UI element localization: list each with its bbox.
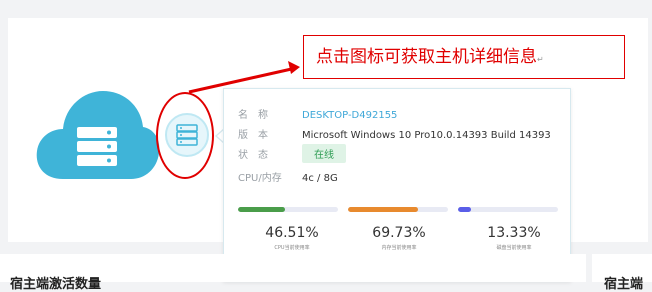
disk-usage-caption: 磁盘当前使用率 (496, 245, 532, 251)
version-value: Microsoft Windows 10 Pro10.0.14393 Build… (302, 130, 551, 141)
version-label: 版 本 (238, 130, 268, 141)
version-row: 版 本 Microsoft Windows 10 Pro10.0.14393 Bu… (238, 126, 551, 141)
cloud-server-icon (36, 91, 160, 179)
activation-panel-title: 宿主端激活数量 (10, 277, 102, 292)
annotation-callout: 点击图标可获取主机详细信息↵ (303, 35, 625, 79)
disk-usage-percent: 13.33% (487, 225, 541, 241)
status-label: 状 态 (238, 150, 268, 161)
host-name-label: 名 称 (238, 110, 268, 121)
cpu-usage-bar (238, 207, 338, 212)
memory-usage-bar (348, 207, 448, 212)
status-badge: 在线 (302, 144, 346, 163)
cpu-mem-row: CPU/内存 4c / 8G (238, 169, 338, 184)
status-row: 状 态 在线 (238, 144, 346, 163)
disk-usage-bar (458, 207, 558, 212)
cpu-usage-caption: CPU当前使用率 (274, 245, 310, 251)
host-name-value[interactable]: DESKTOP-D492155 (302, 110, 397, 121)
cpu-mem-value: 4c / 8G (302, 173, 338, 184)
cpu-mem-label: CPU/内存 (238, 173, 282, 184)
cpu-usage-percent: 46.51% (265, 225, 319, 241)
highlight-ellipse (156, 92, 214, 179)
memory-usage-percent: 69.73% (372, 225, 426, 241)
host-detail-popover: 名 称 DESKTOP-D492155 版 本 Microsoft Windows … (223, 88, 571, 282)
host-panel-title: 宿主端 (604, 277, 644, 292)
memory-usage-caption: 内存当前使用率 (381, 245, 417, 251)
callout-text: 点击图标可获取主机详细信息 (316, 47, 537, 67)
host-name-row: 名 称 DESKTOP-D492155 (238, 106, 397, 121)
